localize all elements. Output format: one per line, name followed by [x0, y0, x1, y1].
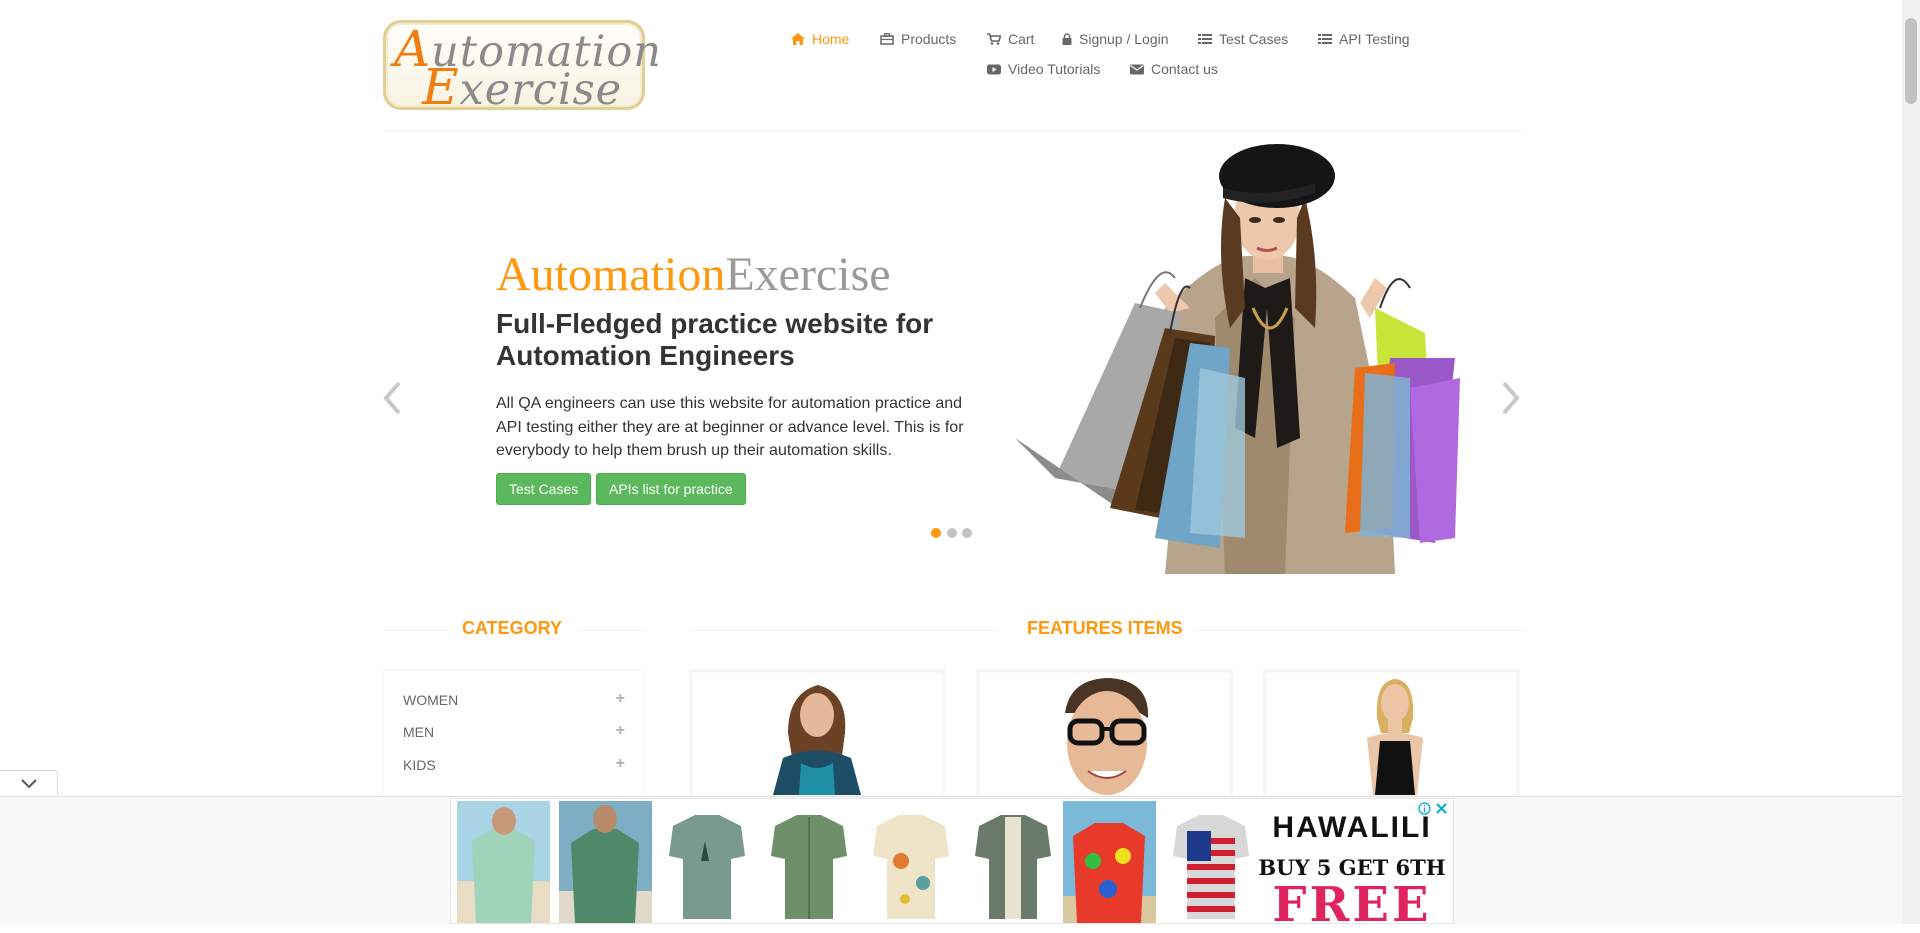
category-panel: WOMEN + MEN + KIDS + — [383, 669, 644, 799]
product-card-1[interactable] — [689, 669, 946, 799]
lock-icon — [1062, 33, 1072, 45]
nav-video-tutorials[interactable]: Video Tutorials — [987, 61, 1100, 77]
plus-icon[interactable]: + — [616, 723, 625, 740]
ad-offer-line2: FREE — [1272, 877, 1432, 933]
category-women-label: WOMEN — [403, 692, 459, 708]
brand-exercise: Exercise — [725, 248, 891, 301]
list-icon — [1198, 34, 1212, 44]
nav-test-cases-label: Test Cases — [1219, 31, 1289, 47]
logo-text-2: xercise — [459, 65, 623, 115]
chevron-left-icon — [383, 381, 401, 415]
ad-banner[interactable]: HAWALILI BUY 5 GET 6TH FREE — [450, 798, 1454, 933]
nav-products-label: Products — [901, 31, 957, 47]
category-women[interactable]: WOMEN + — [403, 691, 625, 709]
nav-signup-label: Signup / Login — [1079, 31, 1169, 47]
ad-shirt-6[interactable] — [967, 801, 1060, 923]
ad-shirt-1[interactable] — [457, 801, 550, 923]
product-image-men-tshirt — [1065, 678, 1149, 795]
slider-brand-title: AutomationExercise — [496, 247, 891, 303]
nav-test-cases[interactable]: Test Cases — [1198, 31, 1288, 47]
nav-cart[interactable]: Cart — [987, 31, 1034, 47]
list-icon — [1318, 34, 1332, 44]
nav-products[interactable]: Products — [880, 31, 956, 47]
slider-dot-1[interactable] — [931, 528, 941, 538]
nav-signup-login[interactable]: Signup / Login — [1062, 31, 1169, 47]
features-title-line-left — [690, 630, 995, 631]
nav-cart-label: Cart — [1008, 31, 1035, 47]
features-title: FEATURES ITEMS — [1027, 618, 1183, 638]
category-title-line-right — [578, 630, 644, 631]
envelope-icon — [1130, 64, 1144, 74]
info-icon[interactable] — [1418, 802, 1431, 820]
brand-automation: Automation — [496, 248, 726, 301]
product-image-women-dress — [1367, 679, 1423, 795]
plus-icon[interactable]: + — [616, 691, 625, 708]
category-men-label: MEN — [403, 724, 435, 740]
features-title-line-right — [1195, 630, 1523, 631]
ad-shirt-3[interactable] — [661, 801, 754, 923]
ad-shirt-4[interactable] — [763, 801, 856, 923]
scrollbar-thumb[interactable] — [1905, 18, 1917, 104]
slider-headline: Full-Fledged practice website for Automa… — [496, 308, 934, 371]
products-icon — [880, 33, 894, 45]
product-image-women-top — [773, 685, 861, 795]
slider-prev-arrow[interactable] — [381, 380, 403, 421]
header-divider — [383, 131, 1523, 132]
category-title: CATEGORY — [462, 618, 563, 638]
nav-api-testing[interactable]: API Testing — [1318, 31, 1410, 47]
ad-collapse-toggle[interactable] — [0, 770, 58, 796]
category-men[interactable]: MEN + — [403, 723, 625, 741]
nav-contact-label: Contact us — [1151, 61, 1218, 77]
page-scrollbar[interactable] — [1902, 0, 1920, 924]
youtube-icon — [987, 64, 1001, 74]
chevron-down-icon — [21, 779, 37, 789]
slider-description: All QA engineers can use this website fo… — [496, 395, 964, 459]
ad-shirt-7[interactable] — [1063, 801, 1156, 923]
nav-home-label: Home — [812, 31, 850, 47]
home-icon — [791, 33, 805, 45]
nav-api-testing-label: API Testing — [1339, 31, 1410, 47]
product-card-3[interactable] — [1263, 669, 1520, 799]
ad-shirt-5[interactable] — [865, 801, 958, 923]
category-title-line-left — [383, 630, 448, 631]
apis-list-button[interactable]: APIs list for practice — [596, 473, 746, 505]
nav-home[interactable]: Home — [791, 31, 849, 47]
ad-shirt-2[interactable] — [559, 801, 652, 923]
logo-cap-e: E — [422, 58, 460, 116]
test-cases-button[interactable]: Test Cases — [496, 473, 592, 505]
nav-video-label: Video Tutorials — [1008, 61, 1101, 77]
slider-dot-3[interactable] — [962, 528, 972, 538]
category-kids-label: KIDS — [403, 757, 436, 773]
plus-icon[interactable]: + — [616, 756, 625, 773]
ad-shirt-8[interactable] — [1165, 801, 1258, 923]
site-logo[interactable]: Automation Exercise — [383, 20, 661, 112]
slider-dot-2[interactable] — [947, 528, 957, 538]
product-card-2[interactable] — [976, 669, 1233, 799]
hero-image-girl-shopping — [1015, 144, 1460, 574]
cart-icon — [987, 33, 1001, 45]
nav-contact[interactable]: Contact us — [1130, 61, 1218, 77]
category-kids[interactable]: KIDS + — [403, 756, 625, 774]
close-icon[interactable] — [1435, 802, 1448, 820]
